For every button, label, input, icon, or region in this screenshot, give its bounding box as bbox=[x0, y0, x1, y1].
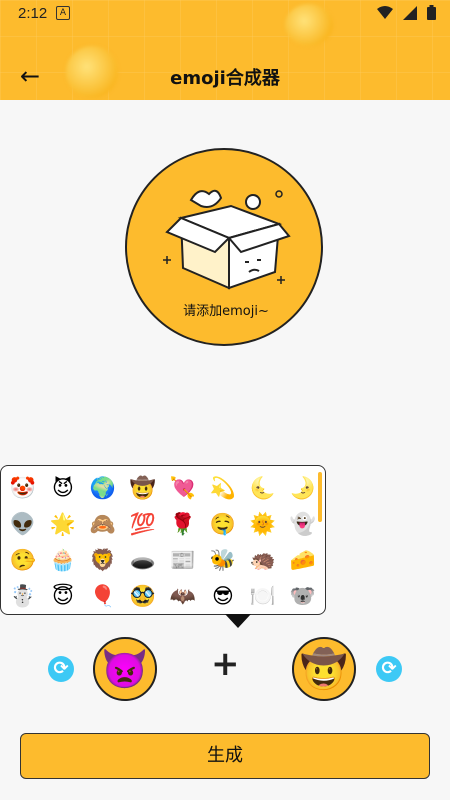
status-time: 2:12 bbox=[18, 5, 48, 22]
emoji-option[interactable]: 🕳️ bbox=[123, 542, 163, 578]
emoji-option[interactable]: 🙈 bbox=[83, 506, 123, 542]
emoji-option[interactable]: 🌍 bbox=[83, 470, 123, 506]
plus-icon: + bbox=[211, 644, 240, 684]
empty-box-icon bbox=[163, 189, 291, 290]
emoji-picker-panel: 🤡 😈 🌍 🤠 💘 💫 🌜 🌛 👽 🌟 🙈 💯 🌹 🤤 🌞 👻 🤥 🧁 🦁 🕳️ 📰 🐝 🦔 🧀 ☃️ 😇 🎈 🥸 🦇 😎 🍽️ 🐨 bbox=[0, 465, 326, 615]
picker-pointer bbox=[225, 614, 251, 628]
emoji-option[interactable]: 🧁 bbox=[43, 542, 83, 578]
page-title: emoji合成器 bbox=[170, 68, 280, 89]
emoji-option[interactable]: 👽 bbox=[3, 506, 43, 542]
emoji-option[interactable]: 🧀 bbox=[283, 542, 323, 578]
add-emoji-hint: 请添加emoji~ bbox=[183, 304, 269, 319]
emoji-option[interactable]: 🦇 bbox=[163, 578, 203, 614]
emoji-option[interactable]: 😇 bbox=[43, 578, 83, 614]
emoji-option[interactable]: 🌞 bbox=[243, 506, 283, 542]
system-icons bbox=[377, 5, 436, 20]
emoji-option[interactable]: 🤥 bbox=[3, 542, 43, 578]
wifi-icon bbox=[377, 6, 393, 19]
emoji-option[interactable]: 😈 bbox=[43, 470, 83, 506]
emoji-option[interactable]: 🐨 bbox=[283, 578, 323, 614]
app-header: 2:12 A ← emoji合成器 bbox=[0, 0, 450, 100]
emoji-option[interactable]: 🌛 bbox=[283, 470, 323, 506]
emoji-option[interactable]: 🦔 bbox=[243, 542, 283, 578]
generate-button[interactable]: 生成 bbox=[20, 733, 430, 779]
emoji-option[interactable]: 🌟 bbox=[43, 506, 83, 542]
emoji-grid: 🤡 😈 🌍 🤠 💘 💫 🌜 🌛 👽 🌟 🙈 💯 🌹 🤤 🌞 👻 🤥 🧁 🦁 🕳️ 📰 🐝 🦔 🧀 ☃️ 😇 🎈 🥸 🦇 😎 🍽️ 🐨 bbox=[3, 470, 323, 614]
left-emoji-slot[interactable]: 👿 bbox=[93, 637, 157, 701]
signal-icon bbox=[403, 5, 417, 20]
emoji-option[interactable]: 🎈 bbox=[83, 578, 123, 614]
emoji-option[interactable]: 🌜 bbox=[243, 470, 283, 506]
emoji-option[interactable]: 🐝 bbox=[203, 542, 243, 578]
picker-scrollbar[interactable] bbox=[318, 472, 322, 522]
emoji-option[interactable]: 🤠 bbox=[123, 470, 163, 506]
right-emoji-slot[interactable]: 🤠 bbox=[292, 637, 356, 701]
emoji-option[interactable]: 🤤 bbox=[203, 506, 243, 542]
emoji-preview-circle: 请添加emoji~ bbox=[125, 148, 323, 346]
emoji-option[interactable]: 🦁 bbox=[83, 542, 123, 578]
status-bar: 2:12 A bbox=[0, 0, 450, 28]
emoji-option[interactable]: 💯 bbox=[123, 506, 163, 542]
emoji-option[interactable]: 💫 bbox=[203, 470, 243, 506]
emoji-option[interactable]: 💘 bbox=[163, 470, 203, 506]
emoji-option[interactable]: ☃️ bbox=[3, 578, 43, 614]
emoji-option[interactable]: 🌹 bbox=[163, 506, 203, 542]
emoji-option[interactable]: 🤡 bbox=[3, 470, 43, 506]
refresh-left-icon[interactable]: ⟳ bbox=[48, 656, 74, 682]
emoji-option[interactable]: 😎 bbox=[203, 578, 243, 614]
emoji-option[interactable]: 👻 bbox=[283, 506, 323, 542]
battery-icon bbox=[427, 5, 436, 20]
emoji-option[interactable]: 📰 bbox=[163, 542, 203, 578]
emoji-option[interactable]: 🍽️ bbox=[243, 578, 283, 614]
emoji-option[interactable]: 🥸 bbox=[123, 578, 163, 614]
refresh-right-icon[interactable]: ⟳ bbox=[376, 656, 402, 682]
notification-icon: A bbox=[56, 6, 70, 20]
